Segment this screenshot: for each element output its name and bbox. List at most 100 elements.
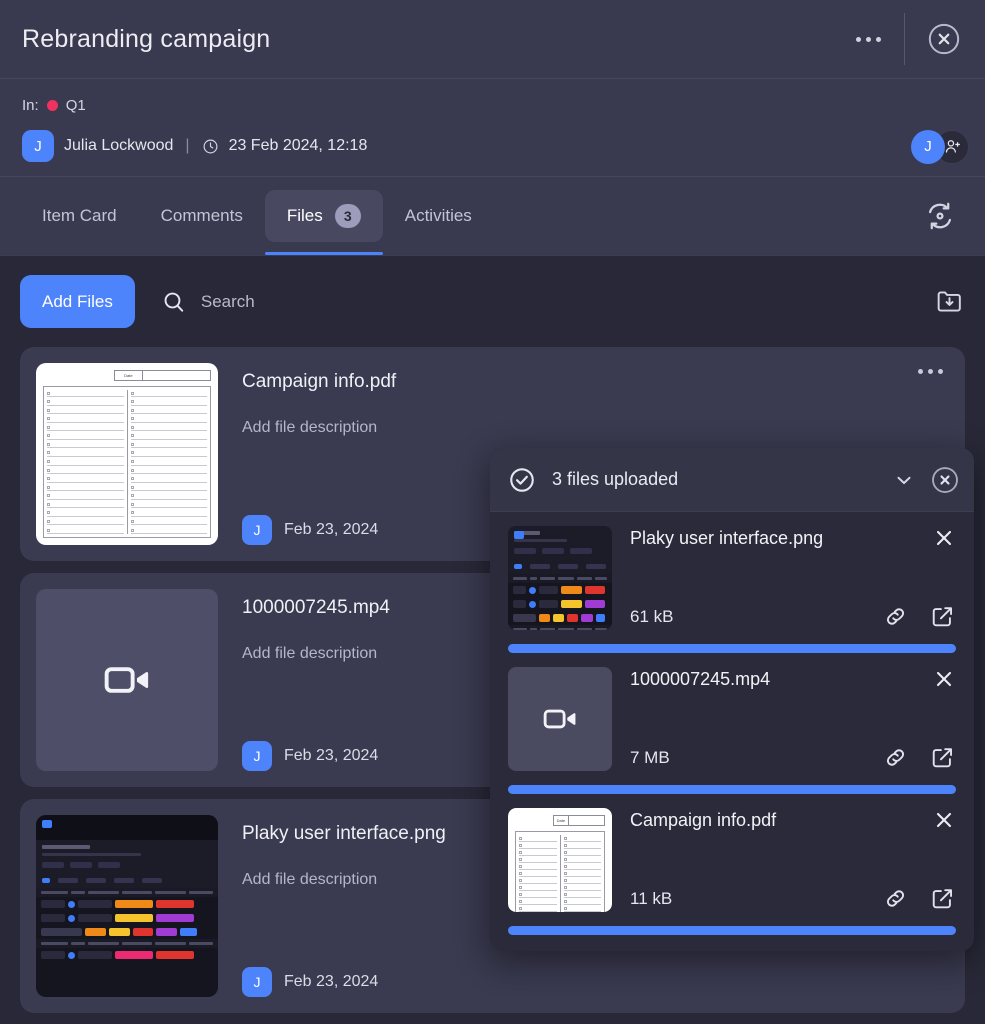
tab-comments[interactable]: Comments	[139, 190, 265, 242]
item-meta: In: Q1 J Julia Lockwood | 23 Feb 2024, 1…	[0, 79, 985, 177]
file-detail-modal: Rebranding campaign In: Q1 J Julia Lockw…	[0, 0, 985, 1024]
sync-refresh-icon	[928, 202, 952, 230]
remove-upload-button[interactable]	[932, 808, 956, 832]
upload-file-size: 7 MB	[630, 747, 670, 767]
png-preview	[508, 526, 612, 630]
list-item: Plaky user interface.png 61 kB	[490, 512, 974, 653]
pdf-date-label: Date	[115, 371, 144, 380]
tab-activities[interactable]: Activities	[383, 190, 494, 242]
file-thumbnail-png[interactable]	[36, 815, 218, 997]
upload-thumbnail-pdf[interactable]: Date	[508, 808, 612, 912]
upload-thumbnail-video[interactable]	[508, 667, 612, 771]
file-date: Feb 23, 2024	[284, 747, 379, 764]
upload-file-name: 1000007245.mp4	[630, 669, 771, 689]
link-icon	[886, 749, 905, 766]
search-input[interactable]: Search	[161, 289, 934, 315]
open-file-button[interactable]	[929, 744, 956, 771]
upload-status-title: 3 files uploaded	[552, 469, 679, 489]
link-icon	[886, 608, 905, 625]
sync-button[interactable]	[923, 199, 965, 233]
board-color-dot	[46, 100, 58, 111]
copy-link-button[interactable]	[882, 603, 909, 630]
tab-files[interactable]: Files 3	[264, 190, 383, 255]
list-item: Date Campaign info.pdf 11 kB	[490, 794, 974, 935]
link-icon	[886, 890, 905, 907]
check-circle-icon	[510, 467, 534, 492]
list-item: 1000007245.mp4 7 MB	[490, 653, 974, 794]
pdf-column-left	[519, 835, 557, 912]
close-icon	[936, 530, 952, 546]
avatar: J	[242, 515, 272, 545]
upload-details: Plaky user interface.png 61 kB	[630, 526, 956, 630]
breadcrumb: In: Q1	[22, 97, 963, 114]
chevron-down-icon	[897, 476, 911, 484]
page-title: Rebranding campaign	[22, 24, 271, 53]
panel-spacer	[490, 935, 974, 951]
modal-header: Rebranding campaign	[0, 0, 985, 79]
tab-label: Activities	[404, 206, 472, 225]
header-more-button[interactable]	[842, 0, 894, 78]
upload-file-size: 61 kB	[630, 606, 674, 626]
close-circle-icon	[928, 23, 960, 55]
upload-status-panel: 3 files uploaded Plaky user interface.pn…	[490, 448, 974, 951]
header-actions	[842, 0, 985, 78]
search-icon	[164, 292, 184, 312]
png-preview	[36, 815, 218, 997]
copy-link-button[interactable]	[882, 885, 909, 912]
tab-item-card[interactable]: Item Card	[20, 190, 139, 242]
tab-label: Files	[286, 206, 323, 225]
folder-download-icon	[937, 291, 961, 312]
remove-upload-button[interactable]	[932, 667, 956, 691]
open-external-icon	[932, 889, 953, 909]
video-camera-icon	[104, 667, 149, 693]
upload-file-size: 11 kB	[630, 888, 673, 908]
open-external-icon	[932, 748, 953, 768]
pdf-preview: Date	[36, 363, 218, 545]
file-thumbnail-pdf[interactable]: Date	[36, 363, 218, 545]
open-file-button[interactable]	[929, 885, 956, 912]
files-count-badge: 3	[334, 204, 361, 228]
close-modal-button[interactable]	[919, 14, 969, 64]
files-toolbar: Add Files Search	[0, 255, 985, 347]
file-description[interactable]: Add file description	[242, 419, 949, 437]
tab-label: Item Card	[42, 206, 117, 225]
file-more-button[interactable]	[909, 363, 951, 380]
add-files-button[interactable]: Add Files	[20, 275, 135, 328]
open-file-button[interactable]	[929, 603, 956, 630]
close-icon	[936, 812, 952, 828]
upload-file-name: Campaign info.pdf	[630, 810, 777, 830]
header-divider	[904, 13, 905, 65]
close-panel-button[interactable]	[930, 465, 960, 495]
upload-progress-bar	[508, 644, 956, 653]
upload-file-name: Plaky user interface.png	[630, 528, 824, 548]
close-circle-icon	[932, 466, 958, 493]
download-all-button[interactable]	[934, 286, 965, 317]
collapse-panel-button[interactable]	[892, 468, 916, 492]
created-datetime: 23 Feb 2024, 12:18	[228, 137, 368, 154]
pdf-date-label: Date	[554, 816, 569, 825]
pdf-column-left	[47, 390, 124, 534]
avatar: J	[242, 967, 272, 997]
upload-details: 1000007245.mp4 7 MB	[630, 667, 956, 771]
video-camera-icon	[543, 709, 576, 729]
member-avatar[interactable]: J	[911, 129, 945, 164]
remove-upload-button[interactable]	[932, 526, 956, 550]
file-name[interactable]: Campaign info.pdf	[242, 371, 949, 393]
copy-link-button[interactable]	[882, 744, 909, 771]
board-name[interactable]: Q1	[66, 97, 86, 114]
in-label: In:	[22, 97, 39, 114]
upload-panel-header: 3 files uploaded	[490, 448, 974, 512]
pdf-column-right	[563, 835, 601, 912]
add-person-icon	[945, 140, 960, 153]
upload-thumbnail-png[interactable]	[508, 526, 612, 630]
tab-bar: Item Card Comments Files 3 Activities	[0, 177, 985, 255]
pdf-preview: Date	[508, 808, 612, 912]
file-date: Feb 23, 2024	[284, 973, 379, 990]
file-thumbnail-video[interactable]	[36, 589, 218, 771]
file-footer: J Feb 23, 2024	[242, 967, 949, 997]
avatar: J	[242, 741, 272, 771]
close-icon	[936, 671, 952, 687]
upload-progress-bar	[508, 926, 956, 935]
pdf-column-right	[130, 390, 207, 534]
author-name: Julia Lockwood	[64, 137, 174, 154]
